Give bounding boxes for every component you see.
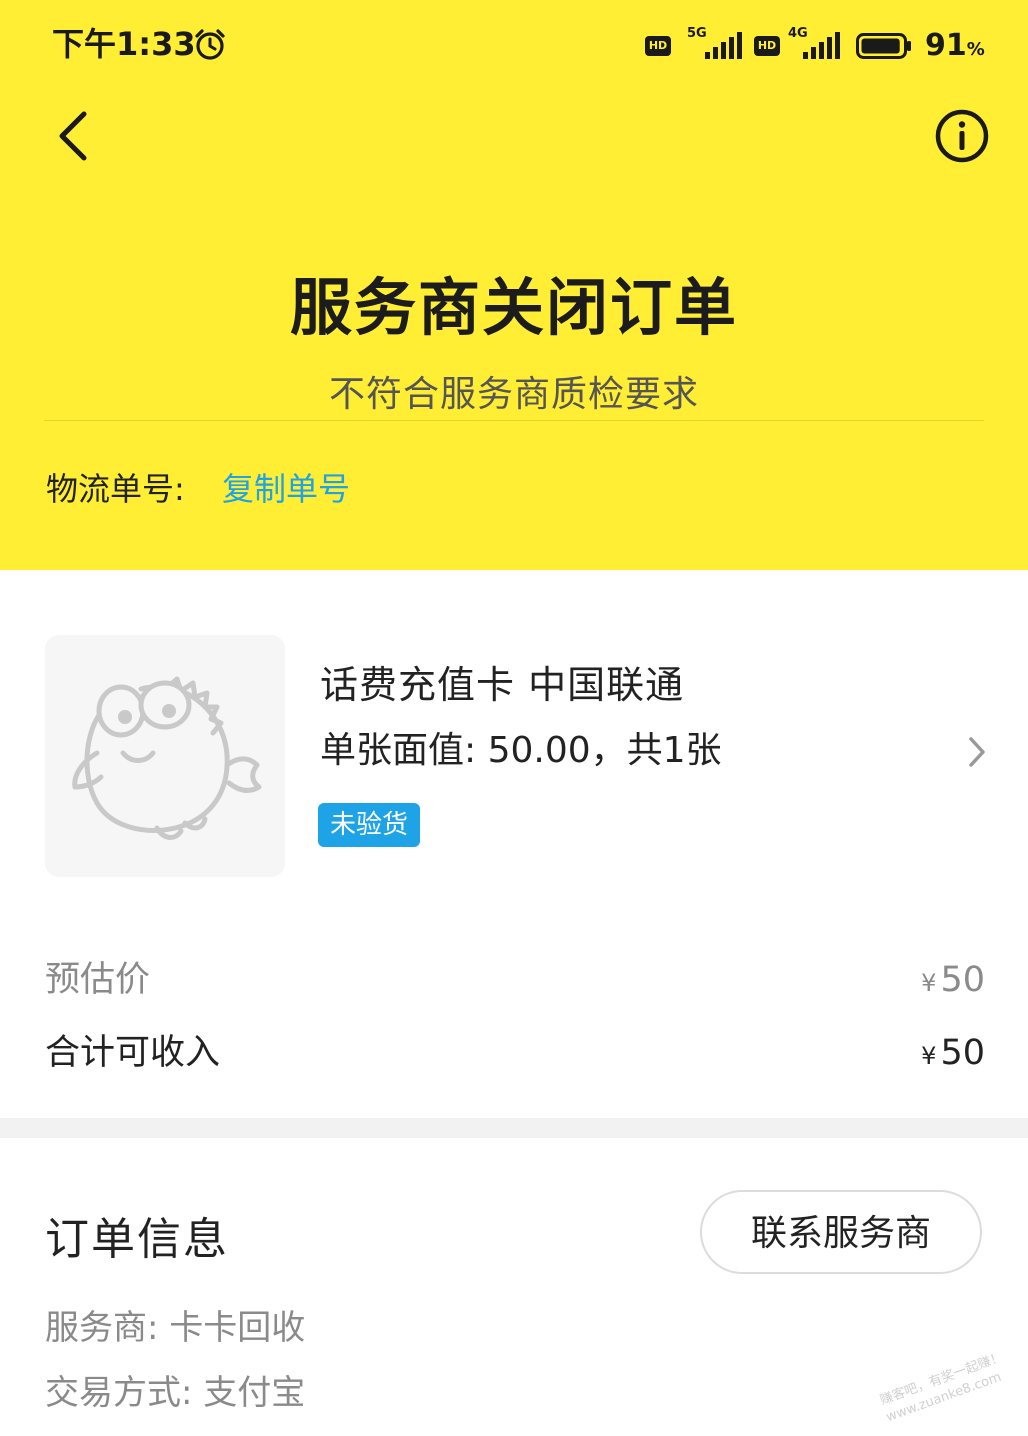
info-icon[interactable] <box>934 108 990 164</box>
order-status-title: 服务商关闭订单 <box>289 271 738 344</box>
product-thumbnail[interactable] <box>45 635 285 877</box>
total-income-currency: ¥ <box>921 1042 937 1070</box>
contact-provider-button[interactable]: 联系服务商 <box>700 1190 982 1274</box>
status-time: 下午1:33 <box>52 25 196 63</box>
total-income-value: ¥50 <box>921 1028 985 1081</box>
signal-strength-icon-1 <box>705 32 742 59</box>
alarm-clock-icon <box>195 29 225 60</box>
estimated-price-row: 预估价 ¥50 <box>45 955 985 1005</box>
fish-mascot-placeholder-icon <box>72 676 262 840</box>
chevron-right-icon[interactable] <box>964 734 990 770</box>
hd-badge-1: HD <box>645 36 671 56</box>
battery-percent-value: 91 <box>925 28 967 63</box>
estimated-price-label: 预估价 <box>45 960 151 1000</box>
order-detail-screen: 下午1:33 HD 5G HD 4G 91% 服务商关闭订单 不符合服务商质检要… <box>0 0 1028 1436</box>
battery-percent-unit: % <box>966 39 985 60</box>
estimated-price-value: ¥50 <box>921 955 985 1008</box>
order-info-title: 订单信息 <box>45 1214 229 1265</box>
status-bar: 下午1:33 HD 5G HD 4G 91% <box>0 0 1028 90</box>
service-provider-line: 服务商: 卡卡回收 <box>45 1308 306 1348</box>
order-info-section: 订单信息 联系服务商 服务商: 卡卡回收 交易方式: 支付宝 <box>0 1138 1028 1436</box>
status-indicators: HD 5G HD 4G 91% <box>645 26 985 66</box>
copy-tracking-number-link[interactable]: 复制单号 <box>222 466 350 512</box>
hd-badge-2: HD <box>754 36 780 56</box>
estimated-price-currency: ¥ <box>921 969 937 997</box>
logistics-number-label: 物流单号: <box>46 470 185 508</box>
product-card: 话费充值卡 中国联通 单张面值: 50.00，共1张 未验货 预估价 ¥50 合… <box>0 570 1028 1115</box>
back-arrow-icon[interactable] <box>52 108 96 164</box>
order-status-header: 下午1:33 HD 5G HD 4G 91% 服务商关闭订单 不符合服务商质检要… <box>0 0 1028 570</box>
header-divider <box>44 420 984 421</box>
product-name[interactable]: 话费充值卡 中国联通 <box>320 658 684 712</box>
battery-percent: 91% <box>925 26 985 70</box>
estimated-price-amount: 50 <box>940 960 985 1000</box>
section-divider <box>0 1118 1028 1138</box>
total-income-row: 合计可收入 ¥50 <box>45 1028 985 1078</box>
inspection-status-badge: 未验货 <box>318 803 421 847</box>
order-status-reason: 不符合服务商质检要求 <box>328 374 699 415</box>
total-income-label: 合计可收入 <box>45 1033 221 1073</box>
total-income-amount: 50 <box>940 1033 985 1073</box>
battery-icon <box>856 33 911 59</box>
signal-strength-icon-2 <box>803 32 840 59</box>
product-description: 单张面值: 50.00，共1张 <box>320 730 722 771</box>
payment-method-line: 交易方式: 支付宝 <box>45 1373 306 1413</box>
